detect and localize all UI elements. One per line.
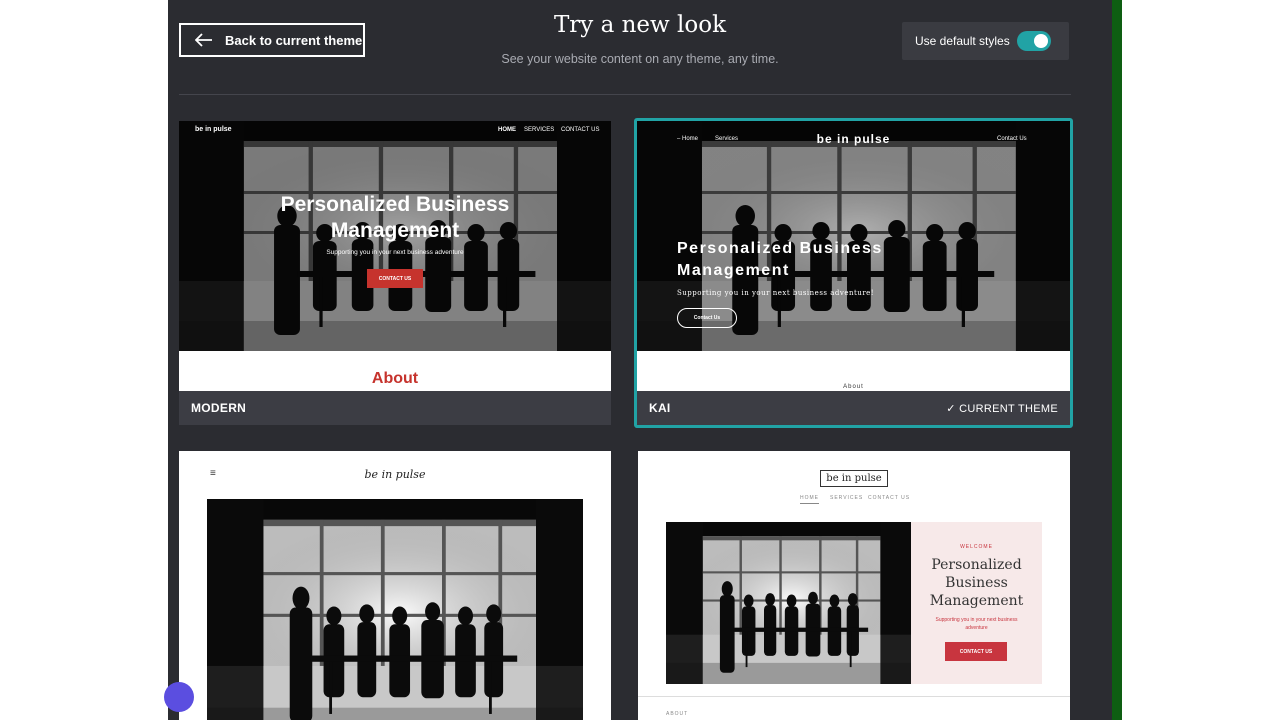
theme-card-3[interactable]: ≡ be in pulse bbox=[179, 451, 611, 720]
card4-nav-contact: CONTACT US bbox=[868, 495, 911, 501]
kai-contact-button: Contact Us bbox=[677, 308, 737, 328]
modern-hero-subtitle: Supporting you in your next business adv… bbox=[326, 249, 464, 256]
modern-footer: MODERN bbox=[179, 391, 611, 425]
assistant-bubble[interactable] bbox=[164, 682, 194, 712]
card4-hero-image bbox=[666, 522, 911, 684]
card4-about-heading: ABOUT bbox=[666, 711, 689, 717]
office-photo bbox=[666, 522, 911, 684]
card4-welcome-panel: WELCOME Personalized Business Management… bbox=[911, 522, 1042, 684]
card3-hero-image bbox=[207, 499, 583, 720]
toggle-knob bbox=[1034, 34, 1048, 48]
kai-footer: KAI ✓ CURRENT THEME bbox=[637, 391, 1070, 425]
card3-brand-logo: be in pulse bbox=[364, 468, 426, 481]
modern-nav-services: SERVICES bbox=[524, 127, 555, 133]
default-styles-toggle[interactable] bbox=[1017, 31, 1051, 51]
office-photo bbox=[207, 499, 583, 720]
card4-hero-subtitle: Supporting you in your next business adv… bbox=[935, 617, 1018, 631]
modern-nav-home: HOME bbox=[498, 127, 516, 133]
kai-hero-subtitle: Supporting you in your next business adv… bbox=[677, 289, 875, 297]
card4-nav-services: SERVICES bbox=[830, 495, 864, 501]
theme-card-kai[interactable]: – Home Services be in pulse Contact Us P… bbox=[634, 118, 1073, 428]
modern-hero-image: be in pulse HOME SERVICES CONTACT US Per… bbox=[179, 121, 611, 351]
modern-hero-title: Personalized Business Management bbox=[280, 193, 510, 242]
card4-welcome-label: WELCOME bbox=[960, 544, 993, 550]
modern-brand-logo: be in pulse bbox=[195, 126, 232, 133]
kai-about-heading: About bbox=[843, 384, 864, 390]
kai-hero-image: – Home Services be in pulse Contact Us P… bbox=[637, 121, 1070, 351]
modern-theme-name: MODERN bbox=[191, 401, 247, 415]
modern-about-heading: About bbox=[371, 370, 419, 387]
kai-hero-title: Personalized Business Management bbox=[677, 240, 883, 279]
right-edge-bar bbox=[1112, 0, 1122, 720]
modern-contact-button: CONTACT US bbox=[367, 269, 423, 288]
default-styles-control: Use default styles bbox=[902, 22, 1069, 60]
current-theme-badge: ✓ CURRENT THEME bbox=[946, 402, 1058, 415]
card4-hero-title: Personalized Business Management bbox=[929, 557, 1024, 609]
card4-brand-logo: be in pulse bbox=[820, 470, 888, 487]
modern-nav-contact: CONTACT US bbox=[561, 127, 600, 133]
default-styles-label: Use default styles bbox=[915, 34, 1010, 48]
theme-card-4[interactable]: be in pulse HOME SERVICES CONTACT US WEL… bbox=[638, 451, 1070, 720]
kai-nav-contact: Contact Us bbox=[997, 136, 1027, 142]
card4-contact-button: CONTACT US bbox=[945, 642, 1007, 661]
theme-card-modern[interactable]: be in pulse HOME SERVICES CONTACT US Per… bbox=[179, 121, 611, 425]
card4-nav-home: HOME bbox=[800, 495, 819, 504]
theme-picker-panel: Back to current theme Try a new look See… bbox=[168, 0, 1112, 720]
kai-theme-name: KAI bbox=[649, 401, 671, 415]
header-divider bbox=[179, 94, 1071, 95]
